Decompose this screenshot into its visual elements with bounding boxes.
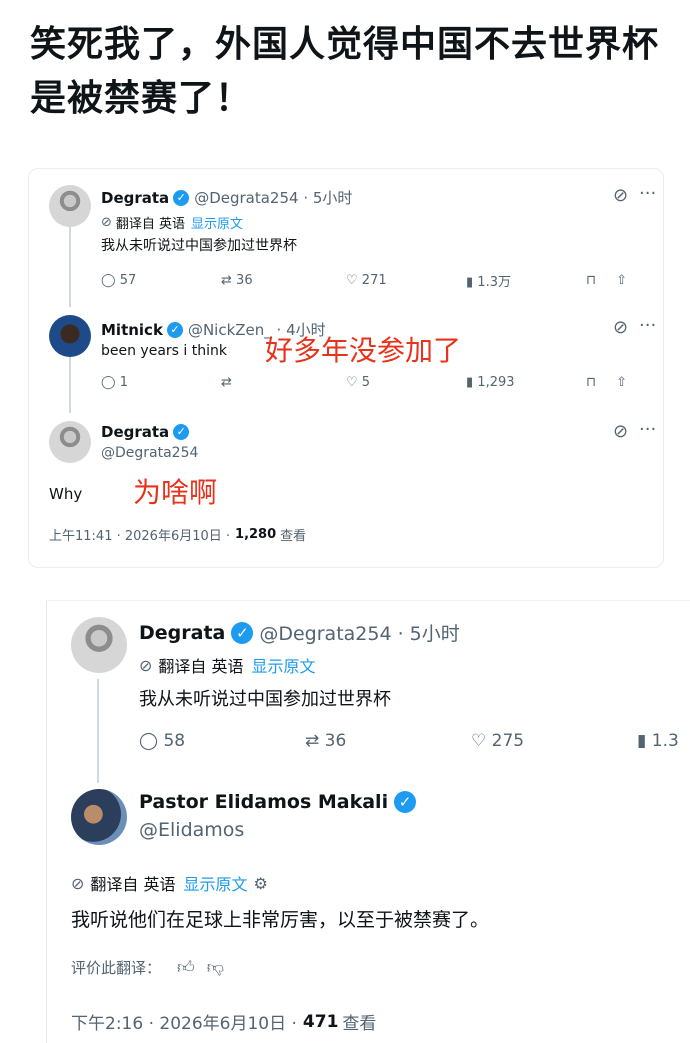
translated-from: 翻译自 英语 [90,875,176,894]
views-count: 1,280 [235,527,277,542]
timestamp[interactable]: 上午11:41 · 2026年6月10日 · [49,525,230,544]
gear-icon[interactable]: ⚙ [254,874,268,893]
translate-icon: ⊘ [139,655,153,675]
views-count: 471 [302,1011,339,1032]
rate-translation-label: 评价此翻译： [71,959,162,977]
retweet-icon: ⇄ [221,375,232,390]
author-name[interactable]: Mitnick [101,321,163,339]
bookmark-icon[interactable]: ⊓ [586,273,596,288]
annotation-overlay: 为啥啊 [133,476,218,509]
author-name[interactable]: Degrata [101,423,169,441]
retweet-button[interactable]: ⇄ 36 [221,273,291,288]
grok-icon[interactable]: ⊘ [613,317,628,338]
views-button[interactable]: ▮ 1.3万 [466,271,546,290]
reply-button[interactable]: ◯ 1 [101,375,161,390]
retweet-button[interactable]: ⇄ [221,375,291,390]
like-icon: ♡ [346,273,358,288]
bookmark-icon[interactable]: ⊓ [586,375,596,390]
retweet-icon: ⇄ [221,273,232,288]
translated-from: 翻译自 英语 [115,217,186,232]
show-original-link[interactable]: 显示原文 [184,871,248,895]
verified-icon: ✓ [394,791,417,813]
tweet-text: 我从未听说过中国参加过世界杯 [139,689,391,710]
reply-icon: ◯ [139,731,159,751]
author-handle[interactable]: @Elidamos [139,819,244,841]
views-label: 查看 [342,1014,377,1034]
like-button[interactable]: ♡ 271 [346,273,416,288]
top-screenshot-card: Degrata ✓ @Degrata254 · 5小时 ⊘ ··· ⊘ 翻译自 … [28,168,664,568]
like-button[interactable]: ♡ 5 [346,375,416,390]
author-name[interactable]: Degrata [139,622,225,644]
thread-line [69,221,71,307]
tweet-text: 我从未听说过中国参加过世界杯 [101,238,297,254]
avatar[interactable] [49,315,91,357]
translate-icon: ⊘ [71,873,85,893]
verified-icon: ✓ [166,321,183,338]
avatar[interactable] [49,185,91,227]
share-icon[interactable]: ⇧ [616,273,627,288]
like-icon: ♡ [471,731,487,751]
translate-icon: ⊘ [101,215,112,230]
author-name[interactable]: Pastor Elidamos Makali [139,791,388,813]
avatar[interactable] [71,789,127,845]
more-icon[interactable]: ··· [639,419,656,440]
views-label: 查看 [280,529,307,544]
timestamp[interactable]: 下午2:16 · 2026年6月10日 · [71,1009,297,1034]
show-original-link[interactable]: 显示原文 [191,213,243,232]
tweet-text: Why [49,485,83,503]
caption: 笑死我了，外国人觉得中国不去世界杯是被禁赛了！ [30,24,660,119]
translated-from: 翻译自 英语 [158,657,244,676]
bottom-screenshot-card: Degrata ✓ @Degrata254 · 5小时 ⊘ 翻译自 英语 显示原… [46,600,690,1043]
views-button[interactable]: ▮ 1,293 [466,375,546,390]
tweet-text: been years i think [101,343,227,359]
views-button[interactable]: ▮ 1.3 [637,731,679,751]
avatar[interactable] [49,421,91,463]
share-icon[interactable]: ⇧ [616,375,627,390]
more-icon[interactable]: ··· [639,183,656,204]
thread-line [97,679,99,783]
retweet-button[interactable]: ⇄ 36 [305,731,385,751]
thumb-down-icon[interactable]: 👎︎ [207,957,224,978]
author-name[interactable]: Degrata [101,189,169,207]
author-handle[interactable]: @Degrata254 · 5小时 [259,619,459,646]
show-original-link[interactable]: 显示原文 [252,653,316,677]
reply-button[interactable]: ◯ 57 [101,273,161,288]
like-icon: ♡ [346,375,358,390]
grok-icon[interactable]: ⊘ [613,421,628,442]
verified-icon: ✓ [173,189,190,206]
more-icon[interactable]: ··· [639,315,656,336]
reply-icon: ◯ [101,273,116,288]
verified-icon: ✓ [173,424,190,440]
reply-button[interactable]: ◯ 58 [139,731,209,751]
annotation-overlay: 好多年没参加了 [265,334,462,367]
thumb-up-icon[interactable]: 👍︎ [177,957,195,978]
reply-icon: ◯ [101,375,116,390]
tweet-text: 我听说他们在足球上非常厉害，以至于被禁赛了。 [71,909,490,931]
verified-icon: ✓ [231,621,254,644]
grok-icon[interactable]: ⊘ [613,185,628,206]
author-handle[interactable]: @Degrata254 · 5小时 [194,187,352,208]
views-icon: ▮ [466,375,474,390]
author-handle[interactable]: @Degrata254 [101,445,198,461]
avatar[interactable] [71,617,127,673]
views-icon: ▮ [637,731,647,751]
like-button[interactable]: ♡ 275 [471,731,551,751]
views-icon: ▮ [466,275,474,290]
retweet-icon: ⇄ [305,731,320,751]
